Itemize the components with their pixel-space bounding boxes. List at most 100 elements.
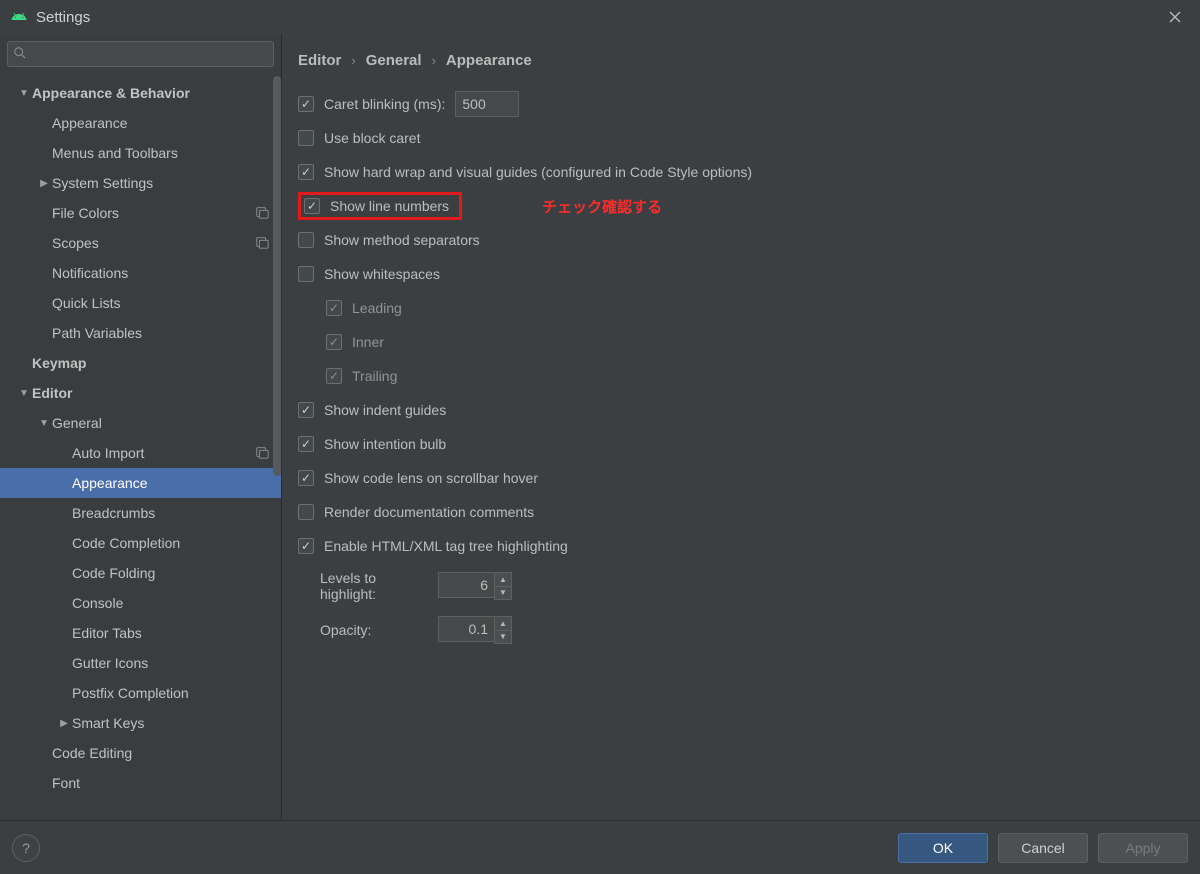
sidebar-item[interactable]: File Colors (0, 198, 281, 228)
caret-blinking-label: Caret blinking (ms): (324, 96, 445, 112)
sidebar-item-label: Code Editing (52, 745, 132, 761)
sidebar-item[interactable]: ▼Appearance & Behavior (0, 78, 281, 108)
chevron-down-icon: ▼ (38, 418, 50, 429)
code-lens-checkbox[interactable] (298, 470, 314, 486)
chevron-right-icon: ▶ (58, 718, 70, 729)
android-icon (10, 8, 28, 26)
sidebar-item-label: General (52, 415, 102, 431)
levels-spinner[interactable]: ▲ ▼ (494, 572, 512, 600)
arrow-spacer (58, 688, 70, 699)
close-icon[interactable] (1160, 2, 1190, 32)
show-whitespaces-checkbox[interactable] (298, 266, 314, 282)
sidebar-item[interactable]: Postfix Completion (0, 678, 281, 708)
chevron-down-icon[interactable]: ▼ (495, 631, 511, 644)
sidebar-item[interactable]: Console (0, 588, 281, 618)
search-input[interactable] (7, 41, 274, 67)
breadcrumb-general[interactable]: General (366, 52, 422, 69)
caret-blinking-input[interactable] (455, 91, 519, 117)
chevron-right-icon: ▶ (38, 178, 50, 189)
ok-button[interactable]: OK (898, 833, 988, 863)
help-button[interactable]: ? (12, 834, 40, 862)
sidebar-item-label: Gutter Icons (72, 655, 148, 671)
breadcrumb: Editor › General › Appearance (282, 34, 1200, 83)
sidebar-item[interactable]: ▶System Settings (0, 168, 281, 198)
sidebar-item[interactable]: Keymap (0, 348, 281, 378)
arrow-spacer (38, 118, 50, 129)
sidebar-item[interactable]: Font (0, 768, 281, 798)
chevron-up-icon[interactable]: ▲ (495, 573, 511, 587)
sidebar-item[interactable]: Appearance (0, 468, 281, 498)
show-line-numbers-label: Show line numbers (330, 198, 449, 214)
ws-leading-label: Leading (352, 300, 402, 316)
ws-inner-label: Inner (352, 334, 384, 350)
sidebar-item-label: Menus and Toolbars (52, 145, 178, 161)
chevron-up-icon[interactable]: ▲ (495, 617, 511, 631)
bottom-bar: ? OK Cancel Apply (0, 820, 1200, 874)
scrollbar-thumb[interactable] (273, 76, 281, 476)
sidebar-item[interactable]: Auto Import (0, 438, 281, 468)
show-line-numbers-highlight: Show line numbers (298, 192, 462, 220)
sidebar-item-label: Quick Lists (52, 295, 120, 311)
sidebar-item[interactable]: ▼Editor (0, 378, 281, 408)
opacity-input[interactable] (438, 616, 494, 642)
arrow-spacer (38, 238, 50, 249)
content-panel: Editor › General › Appearance Caret blin… (282, 34, 1200, 820)
caret-blinking-checkbox[interactable] (298, 96, 314, 112)
hard-wrap-checkbox[interactable] (298, 164, 314, 180)
sidebar-item-label: File Colors (52, 205, 119, 221)
arrow-spacer (38, 148, 50, 159)
sidebar-item[interactable]: Code Folding (0, 558, 281, 588)
sidebar-item[interactable]: Quick Lists (0, 288, 281, 318)
sidebar-item[interactable]: Editor Tabs (0, 618, 281, 648)
apply-button[interactable]: Apply (1098, 833, 1188, 863)
sidebar-item-label: Code Completion (72, 535, 180, 551)
use-block-caret-label: Use block caret (324, 130, 420, 146)
arrow-spacer (58, 508, 70, 519)
opacity-spinner[interactable]: ▲ ▼ (494, 616, 512, 644)
sidebar-item[interactable]: Code Completion (0, 528, 281, 558)
sidebar-item-label: Smart Keys (72, 715, 144, 731)
sidebar-item[interactable]: Path Variables (0, 318, 281, 348)
sidebar-item-label: Auto Import (72, 445, 144, 461)
enable-html-xml-label: Enable HTML/XML tag tree highlighting (324, 538, 568, 554)
cancel-button[interactable]: Cancel (998, 833, 1088, 863)
sidebar-item[interactable]: Menus and Toolbars (0, 138, 281, 168)
sidebar: ▼Appearance & Behavior Appearance Menus … (0, 34, 282, 820)
arrow-spacer (58, 478, 70, 489)
arrow-spacer (38, 778, 50, 789)
sidebar-item[interactable]: Code Editing (0, 738, 281, 768)
chevron-right-icon: › (432, 53, 436, 68)
settings-body: Caret blinking (ms): Use block caret Sho… (282, 83, 1200, 820)
sidebar-tree[interactable]: ▼Appearance & Behavior Appearance Menus … (0, 74, 281, 820)
use-block-caret-checkbox[interactable] (298, 130, 314, 146)
sidebar-item[interactable]: Appearance (0, 108, 281, 138)
levels-input[interactable] (438, 572, 494, 598)
sidebar-item[interactable]: ▶Smart Keys (0, 708, 281, 738)
sidebar-item-label: Appearance (52, 115, 128, 131)
render-doc-checkbox[interactable] (298, 504, 314, 520)
breadcrumb-editor[interactable]: Editor (298, 52, 341, 69)
sidebar-item[interactable]: Breadcrumbs (0, 498, 281, 528)
sidebar-item[interactable]: Notifications (0, 258, 281, 288)
intention-bulb-checkbox[interactable] (298, 436, 314, 452)
chevron-right-icon: › (351, 53, 355, 68)
enable-html-xml-checkbox[interactable] (298, 538, 314, 554)
ws-trailing-label: Trailing (352, 368, 397, 384)
method-separators-checkbox[interactable] (298, 232, 314, 248)
indent-guides-label: Show indent guides (324, 402, 446, 418)
chevron-down-icon[interactable]: ▼ (495, 587, 511, 600)
ws-leading-checkbox[interactable] (326, 300, 342, 316)
sidebar-item-label: Appearance (72, 475, 148, 491)
sidebar-item[interactable]: ▼General (0, 408, 281, 438)
ws-trailing-checkbox[interactable] (326, 368, 342, 384)
window-title: Settings (36, 9, 90, 26)
indent-guides-checkbox[interactable] (298, 402, 314, 418)
code-lens-label: Show code lens on scrollbar hover (324, 470, 538, 486)
hard-wrap-label: Show hard wrap and visual guides (config… (324, 164, 752, 180)
arrow-spacer (58, 628, 70, 639)
titlebar: Settings (0, 0, 1200, 34)
show-line-numbers-checkbox[interactable] (304, 198, 320, 214)
ws-inner-checkbox[interactable] (326, 334, 342, 350)
sidebar-item[interactable]: Gutter Icons (0, 648, 281, 678)
sidebar-item[interactable]: Scopes (0, 228, 281, 258)
